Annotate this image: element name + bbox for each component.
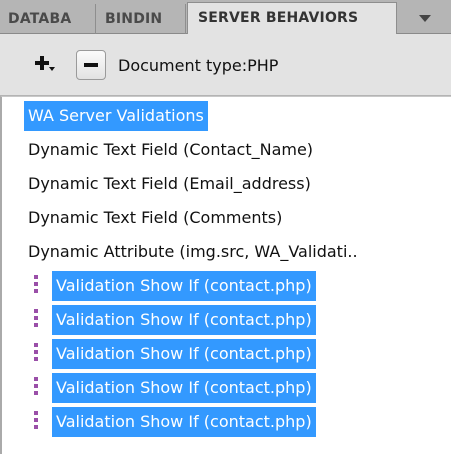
minus-icon [84, 63, 98, 67]
list-item-label: Dynamic Text Field (Contact_Name) [28, 140, 314, 159]
translator-marker-icon [32, 309, 40, 331]
list-item[interactable]: Dynamic Attribute (img.src, WA_Validati.… [28, 237, 358, 267]
translator-marker-icon [32, 275, 40, 297]
tab-bindings[interactable]: BINDIN [97, 4, 186, 34]
translator-marker-icon [32, 343, 40, 365]
list-item[interactable]: Dynamic Text Field (Email_address) [28, 169, 311, 199]
panel-toolbar: Document type:PHP [0, 34, 451, 96]
list-item[interactable]: Validation Show If (contact.php) [52, 305, 316, 335]
list-item[interactable]: Validation Show If (contact.php) [52, 373, 316, 403]
list-item-label: WA Server Validations [28, 106, 204, 125]
list-item[interactable]: Dynamic Text Field (Comments) [28, 203, 282, 233]
tab-databases[interactable]: DATABA [0, 4, 96, 34]
list-item-label: Validation Show If (contact.php) [56, 276, 312, 295]
remove-behavior-button[interactable] [76, 50, 106, 80]
panel-tab-bar: DATABA BINDIN SERVER BEHAVIORS [0, 0, 451, 34]
panel-options-menu[interactable] [405, 4, 445, 32]
list-item-label: Dynamic Attribute (img.src, WA_Validati.… [28, 242, 358, 261]
list-item-label: Dynamic Text Field (Comments) [28, 208, 283, 227]
translator-marker-icon [32, 411, 40, 433]
add-behavior-button[interactable] [30, 50, 60, 80]
list-item[interactable]: Validation Show If (contact.php) [52, 339, 316, 369]
list-item-label: Validation Show If (contact.php) [56, 412, 312, 431]
list-item-label: Validation Show If (contact.php) [56, 310, 312, 329]
server-behaviors-list[interactable]: WA Server Validations Dynamic Text Field… [0, 96, 451, 454]
chevron-down-icon [419, 15, 431, 22]
list-item[interactable]: Dynamic Text Field (Contact_Name) [28, 135, 313, 165]
list-item[interactable]: WA Server Validations [24, 101, 208, 131]
list-item-label: Validation Show If (contact.php) [56, 378, 312, 397]
list-item-label: Dynamic Text Field (Email_address) [28, 174, 311, 193]
tab-server-behaviors[interactable]: SERVER BEHAVIORS [187, 2, 397, 34]
translator-marker-icon [32, 377, 40, 399]
list-item-label: Validation Show If (contact.php) [56, 344, 312, 363]
plus-dropdown-icon [35, 56, 55, 71]
list-item[interactable]: Validation Show If (contact.php) [52, 407, 316, 437]
list-item[interactable]: Validation Show If (contact.php) [52, 271, 316, 301]
document-type-label: Document type:PHP [118, 56, 279, 75]
